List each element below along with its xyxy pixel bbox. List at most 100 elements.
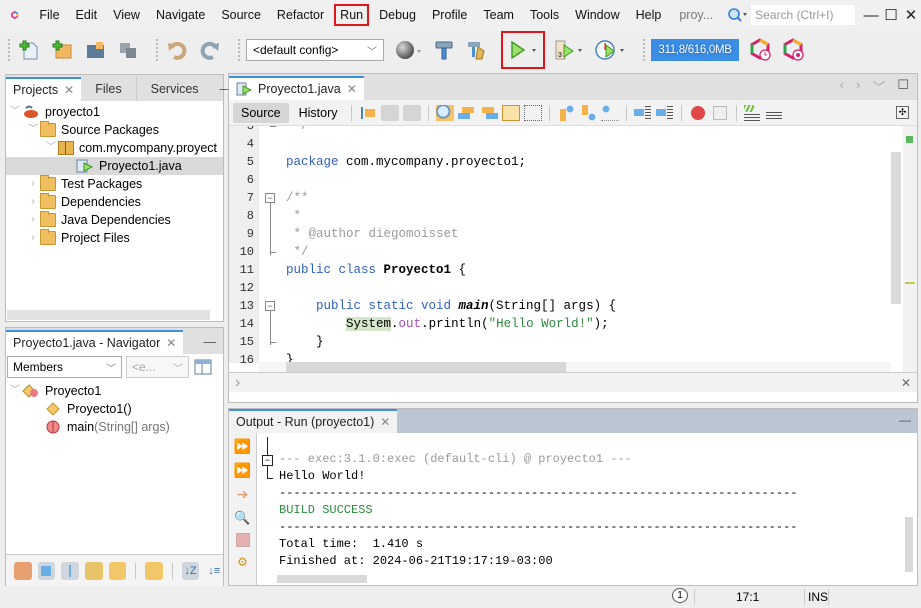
show-static-icon[interactable]: [61, 561, 79, 580]
close-icon[interactable]: ✕: [347, 78, 357, 100]
toolbar-grip[interactable]: [156, 39, 158, 61]
caret-position[interactable]: 17:1: [736, 590, 759, 604]
tree-item-source-packages[interactable]: ﹀ Source Packages: [6, 121, 223, 139]
insert-mode[interactable]: INS: [808, 590, 828, 604]
sort-alpha-icon[interactable]: ↓Z: [181, 561, 200, 580]
tree-item-test-packages[interactable]: › Test Packages: [6, 175, 223, 193]
shift-left-icon[interactable]: [633, 104, 652, 121]
tab-navigator[interactable]: Proyecto1.java - Navigator ✕: [6, 330, 184, 354]
menu-help[interactable]: Help: [628, 4, 670, 26]
menu-window[interactable]: Window: [567, 4, 627, 26]
stop-macro-icon[interactable]: [712, 105, 727, 120]
history-mode-button[interactable]: History: [293, 103, 344, 123]
editor-hscrollbar[interactable]: [286, 362, 566, 372]
code-line[interactable]: /**: [286, 189, 893, 207]
tree-item-project-files[interactable]: › Project Files: [6, 229, 223, 247]
settings-icon[interactable]: ⚙: [237, 553, 248, 571]
navigator-layout-icon[interactable]: [193, 358, 213, 376]
code-line[interactable]: [286, 279, 893, 297]
browser-button[interactable]: [394, 37, 424, 63]
members-select[interactable]: Members ﹀: [7, 356, 122, 378]
rerun-icon[interactable]: ⏩: [234, 437, 251, 455]
nav-item-constructor[interactable]: Proyecto1(): [6, 400, 223, 418]
code-lines[interactable]: */ package com.mycompany.proyecto1; /** …: [286, 126, 893, 369]
profiler-stop-button[interactable]: [780, 37, 806, 63]
tab-files[interactable]: Files: [81, 77, 135, 101]
minimize-panel-button[interactable]: —: [899, 413, 917, 433]
tab-services[interactable]: Services: [135, 77, 213, 101]
minimize-button[interactable]: —: [861, 7, 881, 24]
code-line[interactable]: public class Proyecto1 {: [286, 261, 893, 279]
menu-team[interactable]: Team: [475, 4, 522, 26]
show-inner-classes-icon[interactable]: [108, 561, 127, 580]
split-editor-icon[interactable]: ✣: [896, 106, 909, 119]
no-errors-indicator[interactable]: [906, 136, 913, 143]
tab-output-run[interactable]: Output - Run (proyecto1) ✕: [229, 409, 398, 433]
find-next-icon[interactable]: [479, 104, 498, 121]
maximize-button[interactable]: ☐: [881, 6, 901, 24]
toolbar-grip[interactable]: [8, 39, 10, 61]
chevron-down-icon[interactable]: ﹀: [44, 139, 58, 157]
code-line[interactable]: */: [286, 126, 893, 135]
show-opened-documents-icon[interactable]: ﹀: [872, 77, 885, 96]
close-project-button[interactable]: [115, 37, 141, 63]
chevron-down-icon[interactable]: ﹀: [8, 382, 22, 400]
open-project-button[interactable]: [82, 37, 108, 63]
element-select[interactable]: <e... ﹀: [126, 356, 189, 378]
inspect-output-icon[interactable]: 🔍: [234, 509, 250, 527]
notifications-button[interactable]: 1: [672, 588, 688, 603]
toggle-rect-selection-icon[interactable]: [523, 104, 542, 121]
scroll-tabs-right-icon[interactable]: ›: [856, 77, 860, 96]
code-line[interactable]: package com.mycompany.proyecto1;: [286, 153, 893, 171]
fold-toggle[interactable]: −: [265, 193, 275, 203]
menu-file[interactable]: File: [31, 4, 67, 26]
tree-item-dependencies[interactable]: › Dependencies: [6, 193, 223, 211]
warning-mark[interactable]: [905, 282, 915, 284]
previous-bookmark-icon[interactable]: [556, 104, 575, 121]
close-window-button[interactable]: ✕: [901, 6, 921, 24]
memory-indicator[interactable]: 311,8/616,0MB: [651, 39, 739, 61]
next-bookmark-icon[interactable]: [578, 104, 597, 121]
menu-source[interactable]: Source: [213, 4, 269, 26]
forward-icon[interactable]: [402, 104, 421, 121]
tab-proyecto1-java[interactable]: Proyecto1.java ✕: [229, 76, 364, 100]
toolbar-grip[interactable]: [238, 39, 240, 61]
tree-item-proyecto1-java[interactable]: Proyecto1.java: [6, 157, 223, 175]
output-text[interactable]: --- exec:3.1.0:exec (default-cli) @ proy…: [259, 437, 903, 573]
toolbar-grip[interactable]: [643, 39, 645, 61]
maximize-window-icon[interactable]: ☐: [897, 77, 909, 96]
projects-hscrollbar[interactable]: [7, 310, 210, 320]
stop-arrow-icon[interactable]: ➔: [237, 485, 249, 503]
chevron-right-icon[interactable]: ›: [26, 211, 40, 229]
chevron-down-icon[interactable]: ﹀: [26, 121, 40, 139]
show-fields-icon[interactable]: [37, 561, 56, 580]
breadcrumb-chevron-icon[interactable]: ›: [235, 374, 240, 392]
close-breadcrumb-icon[interactable]: ✕: [901, 376, 911, 390]
close-icon[interactable]: ✕: [380, 411, 390, 433]
search-input[interactable]: Search (Ctrl+I): [751, 5, 856, 25]
chevron-down-icon[interactable]: ﹀: [8, 103, 22, 121]
quick-search[interactable]: Search (Ctrl+I): [727, 5, 856, 25]
menu-tools[interactable]: Tools: [522, 4, 567, 26]
show-javadoc-icon[interactable]: [145, 561, 163, 580]
find-selection-icon[interactable]: [435, 104, 454, 121]
menu-edit[interactable]: Edit: [68, 4, 106, 26]
shift-right-icon[interactable]: [655, 104, 674, 121]
code-line[interactable]: public static void main(String[] args) {: [286, 297, 893, 315]
rerun-with-args-icon[interactable]: ⏩: [234, 461, 251, 479]
tree-item-java-dependencies[interactable]: › Java Dependencies: [6, 211, 223, 229]
tree-item-package[interactable]: ﹀ com.mycompany.proyect: [6, 139, 223, 157]
editor-vscrollbar[interactable]: [891, 152, 901, 304]
toggle-bookmark-icon[interactable]: [600, 104, 619, 121]
find-previous-icon[interactable]: [457, 104, 476, 121]
code-line[interactable]: * @author diegomoisset: [286, 225, 893, 243]
back-icon[interactable]: [380, 104, 399, 121]
new-project-button[interactable]: [49, 37, 75, 63]
fold-toggle[interactable]: −: [265, 301, 275, 311]
run-project-button[interactable]: [501, 31, 545, 69]
code-line[interactable]: [286, 135, 893, 153]
scroll-tabs-left-icon[interactable]: ‹: [840, 77, 844, 96]
source-mode-button[interactable]: Source: [233, 102, 289, 123]
build-button[interactable]: [431, 37, 457, 63]
tab-projects[interactable]: Projects ✕: [6, 77, 82, 101]
